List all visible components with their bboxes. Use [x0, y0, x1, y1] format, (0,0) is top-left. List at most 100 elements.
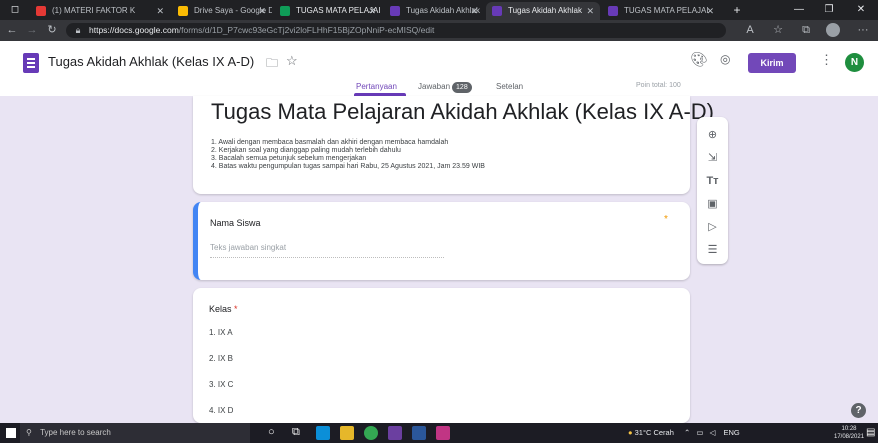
file-explorer-icon[interactable] — [340, 426, 354, 440]
app-icon[interactable] — [388, 426, 402, 440]
google-drive-icon — [178, 6, 188, 16]
app-icon[interactable] — [436, 426, 450, 440]
clock-date: 17/08/2021 — [834, 434, 865, 440]
document-title[interactable]: Tugas Akidah Akhlak (Kelas IX A-D) — [48, 54, 254, 69]
folder-icon[interactable]: 🗀︎ — [266, 54, 278, 75]
youtube-icon — [36, 6, 46, 16]
tab-label: TUGAS MATA PELAJAI — [624, 6, 709, 15]
instruction-line: 1. Awali dengan membaca basmalah dan akh… — [211, 139, 449, 146]
url-text[interactable]: https://docs.google.com/forms/d/1D_P7cwc… — [89, 23, 434, 38]
browser-tab-4[interactable]: Tugas Akidah Akhlak ✕ — [384, 2, 484, 20]
weather-icon: ● — [628, 428, 633, 437]
add-section-icon[interactable]: ☰ — [704, 242, 721, 259]
close-window-icon[interactable]: ✕ — [848, 0, 874, 20]
profile-icon[interactable] — [826, 23, 840, 37]
tab-settings[interactable]: Setelan — [496, 82, 523, 91]
close-tab-icon[interactable]: ✕ — [706, 2, 714, 20]
question-card-class[interactable]: Kelas * 1. IX A 2. IX B 3. IX C 4. IX D — [193, 288, 690, 423]
address-bar[interactable]: 🔒︎ https://docs.google.com/forms/d/1D_P7… — [66, 23, 726, 38]
total-points: Poin total: 100 — [636, 82, 681, 89]
back-icon[interactable]: ← — [4, 23, 20, 38]
windows-start-icon[interactable] — [6, 428, 16, 438]
collections-icon[interactable]: ⧉ — [798, 23, 814, 38]
browser-tab-strip: ◻ (1) MATERI FAKTOR K ✕ Drive Saya - Goo… — [0, 0, 878, 20]
read-aloud-icon[interactable]: A — [742, 23, 758, 38]
url-host: https://docs.google.com — [89, 25, 179, 35]
restore-icon[interactable]: ❐ — [816, 0, 842, 20]
browser-tab-5-active[interactable]: Tugas Akidah Akhlak ✕ — [486, 2, 600, 20]
list-item[interactable]: 1. IX A — [209, 328, 233, 337]
cortana-icon[interactable]: ○ — [268, 426, 275, 438]
short-answer-placeholder[interactable]: Teks jawaban singkat — [210, 243, 286, 252]
close-tab-icon[interactable]: ✕ — [258, 2, 266, 20]
address-bar-row: ← → ↻ 🔒︎ https://docs.google.com/forms/d… — [0, 20, 878, 41]
volume-icon[interactable]: ◁ — [710, 428, 716, 437]
notifications-icon[interactable]: ▤ — [866, 427, 875, 438]
question-label-text: Kelas — [209, 304, 232, 314]
form-line-icon — [27, 66, 35, 68]
edge-icon[interactable] — [316, 426, 330, 440]
close-tab-icon[interactable]: ✕ — [368, 2, 376, 20]
browser-tab-2[interactable]: Drive Saya - Google D ✕ — [172, 2, 272, 20]
google-forms-icon[interactable] — [23, 53, 39, 73]
forward-icon[interactable]: → — [24, 23, 40, 38]
system-tray: ● 31°C Cerah ⌃ ▭ ◁ ENG — [628, 423, 740, 443]
task-view-icon[interactable]: ⧉ — [292, 426, 300, 439]
url-path: /forms/d/1D_P7cwc93eGcTj2vi2loFLHhF15BjZ… — [178, 25, 435, 35]
list-item[interactable]: 2. IX B — [209, 354, 233, 363]
add-video-icon[interactable]: ▷ — [704, 219, 721, 236]
search-icon: ⚲ — [26, 428, 32, 437]
add-image-icon[interactable]: ▣ — [704, 196, 721, 213]
more-vert-icon[interactable]: ⋮ — [820, 52, 833, 68]
reload-icon[interactable]: ↻ — [44, 23, 60, 38]
help-icon[interactable]: ? — [851, 403, 866, 418]
required-asterisk: * — [234, 304, 238, 314]
network-icon[interactable]: ▭ — [696, 428, 703, 437]
star-icon[interactable]: ☆ — [286, 53, 298, 69]
word-icon[interactable] — [412, 426, 426, 440]
question-toolbar: ⊕ ⇲ Tт ▣ ▷ ☰ — [697, 117, 728, 264]
tab-label: Tugas Akidah Akhlak — [406, 6, 480, 15]
tab-responses[interactable]: Jawaban 128 — [418, 82, 472, 93]
close-tab-icon[interactable]: ✕ — [470, 2, 478, 20]
form-title-card[interactable]: Tugas Mata Pelajaran Akidah Akhlak (Kela… — [193, 96, 714, 194]
question-label-class: Kelas * — [209, 304, 238, 314]
import-questions-icon[interactable]: ⇲ — [704, 150, 721, 167]
add-title-icon[interactable]: Tт — [704, 173, 721, 190]
send-button[interactable]: Kirim — [748, 53, 796, 73]
list-item[interactable]: 3. IX C — [209, 380, 233, 389]
instruction-line: 4. Batas waktu pengumpulan tugas sampai … — [211, 163, 485, 170]
required-asterisk: * — [664, 214, 668, 225]
browser-tab-3[interactable]: TUGAS MATA PELAJAI ✕ — [274, 2, 382, 20]
more-menu-icon[interactable]: ··· — [855, 23, 871, 38]
palette-icon[interactable]: 🎨︎ — [690, 51, 708, 68]
avatar[interactable]: N — [845, 53, 864, 72]
favorite-star-icon[interactable]: ☆ — [770, 23, 786, 38]
browser-tab-6[interactable]: TUGAS MATA PELAJAI ✕ — [602, 2, 720, 20]
question-card-name[interactable]: Nama Siswa * Teks jawaban singkat — [193, 202, 690, 280]
close-tab-icon[interactable]: ✕ — [586, 2, 594, 20]
weather-text[interactable]: 31°C Cerah — [635, 428, 674, 437]
google-forms-icon — [608, 6, 618, 16]
taskbar-search[interactable]: ⚲ Type here to search — [20, 423, 250, 443]
chrome-icon[interactable] — [364, 426, 378, 440]
add-question-icon[interactable]: ⊕ — [704, 127, 721, 144]
tab-questions[interactable]: Pertanyaan — [356, 82, 397, 91]
form-title[interactable]: Tugas Mata Pelajaran Akidah Akhlak (Kela… — [211, 99, 714, 125]
preview-eye-icon[interactable]: ◎ — [720, 52, 730, 66]
list-item[interactable]: 4. IX D — [209, 406, 233, 415]
google-sheets-icon — [280, 6, 290, 16]
tab-actions-icon[interactable]: ◻ — [2, 0, 28, 20]
form-line-icon — [27, 58, 35, 60]
new-tab-button[interactable]: + — [724, 0, 750, 20]
tray-chevron-icon[interactable]: ⌃ — [684, 428, 690, 437]
close-tab-icon[interactable]: ✕ — [156, 2, 164, 20]
minimize-icon[interactable]: — — [786, 0, 812, 20]
clock-time: 10:28 — [841, 426, 857, 432]
forms-header: Tugas Akidah Akhlak (Kelas IX A-D) 🗀︎ ☆ … — [0, 41, 878, 96]
answer-underline — [210, 257, 444, 258]
browser-tab-1[interactable]: (1) MATERI FAKTOR K ✕ — [30, 2, 170, 20]
clock[interactable]: 10:28 17/08/2021 — [834, 425, 864, 441]
language-indicator[interactable]: ENG — [723, 428, 739, 437]
lock-icon[interactable]: 🔒︎ — [70, 23, 86, 38]
